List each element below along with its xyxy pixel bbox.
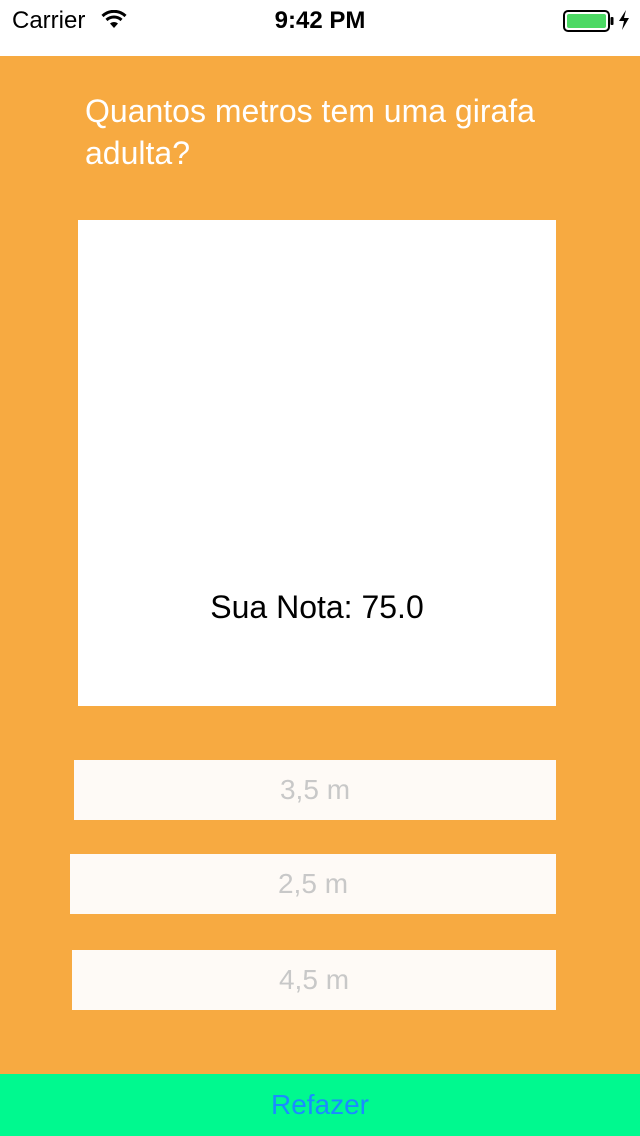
redo-button[interactable]: Refazer: [0, 1074, 640, 1136]
status-time: 9:42 PM: [274, 7, 366, 34]
screen: Carrier 9:42 PM Quantos metros tem uma g…: [0, 0, 640, 1136]
battery-icon: [563, 10, 614, 32]
answer-button-3[interactable]: 4,5 m: [72, 950, 556, 1010]
answer-button-2[interactable]: 2,5 m: [70, 854, 556, 914]
score-label: Sua Nota: 75.0: [210, 589, 424, 625]
question-image-card: Sua Nota: 75.0: [78, 220, 556, 706]
quiz-screen: Quantos metros tem uma girafa adulta? Su…: [0, 56, 640, 1074]
charging-bolt-icon: [619, 10, 629, 30]
answer-button-1[interactable]: 3,5 m: [74, 760, 556, 820]
question-text: Quantos metros tem uma girafa adulta?: [85, 93, 535, 171]
status-bar: Carrier 9:42 PM: [0, 0, 640, 40]
